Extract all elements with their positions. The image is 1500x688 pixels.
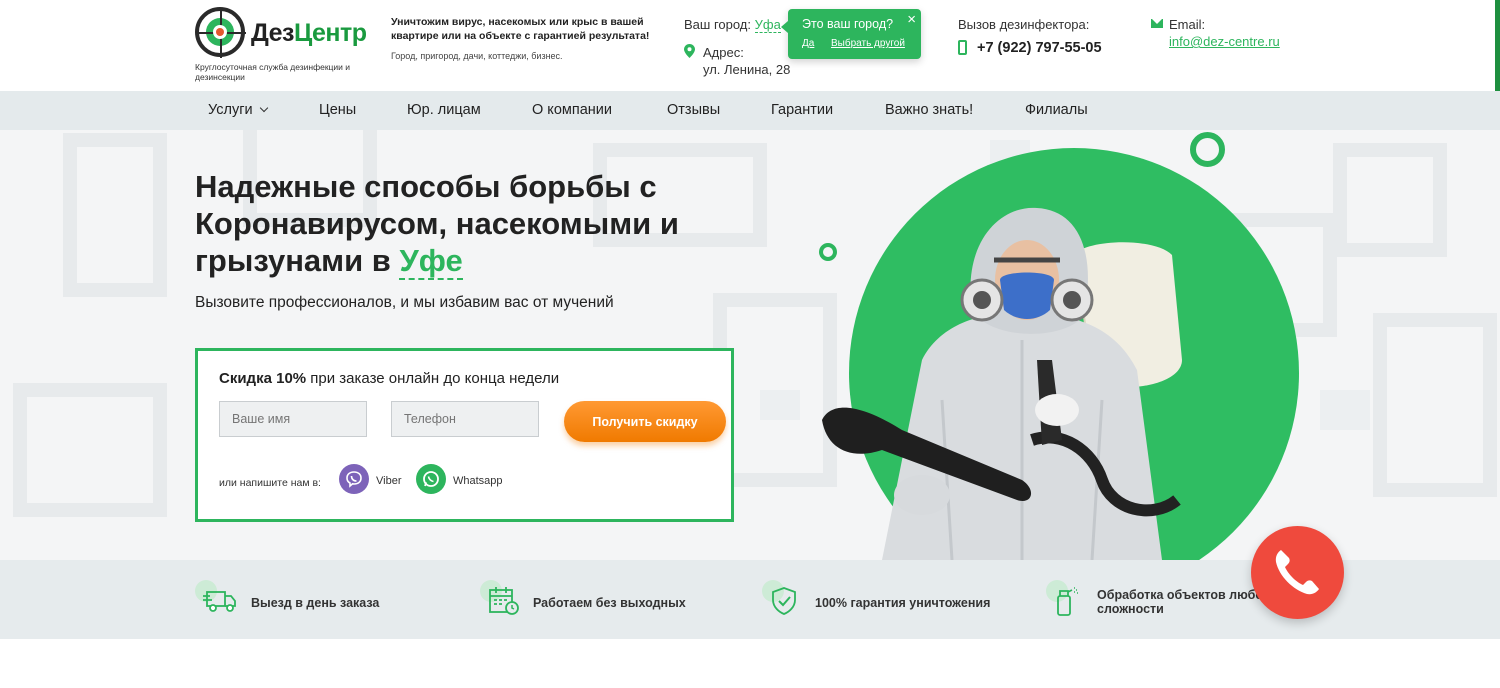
confirm-city-button[interactable]: Да bbox=[802, 38, 814, 49]
map-pin-icon bbox=[684, 44, 695, 58]
chevron-down-icon bbox=[259, 103, 268, 113]
choose-other-city-button[interactable]: Выбрать другой bbox=[831, 38, 905, 49]
logo-name: ДезЦентр bbox=[251, 19, 367, 47]
address-label: Адрес: bbox=[703, 45, 744, 60]
hero-section: Надежные способы борьбы с Коронавирусом,… bbox=[0, 130, 1500, 560]
nav-item-services[interactable]: Услуги bbox=[208, 102, 268, 118]
form-title: Скидка 10% при заказе онлайн до конца не… bbox=[219, 370, 560, 387]
discount-form: Скидка 10% при заказе онлайн до конца не… bbox=[195, 348, 734, 522]
call-button[interactable] bbox=[1251, 526, 1344, 619]
city-value-link[interactable]: Уфа bbox=[754, 17, 781, 33]
city-label: Ваш город: bbox=[684, 17, 751, 32]
phone-icon bbox=[1275, 550, 1319, 595]
city-selector: Ваш город: Уфа bbox=[684, 17, 781, 33]
logo-subtitle: Круглосуточная служба дезинфекции и дези… bbox=[195, 62, 351, 82]
hero-city[interactable]: Уфе bbox=[399, 243, 463, 280]
nav-item-branches[interactable]: Филиалы bbox=[1025, 102, 1088, 118]
feature-text: 100% гарантия уничтожения bbox=[815, 596, 991, 610]
shield-check-icon bbox=[772, 587, 796, 615]
hero-title: Надежные способы борьбы с Коронавирусом,… bbox=[195, 169, 679, 280]
main-nav: Услуги Цены Юр. лицам О компании Отзывы … bbox=[0, 91, 1500, 130]
hero-subtitle: Вызовите профессионалов, и мы избавим ва… bbox=[195, 294, 614, 311]
nav-item-important[interactable]: Важно знать! bbox=[885, 102, 973, 118]
get-discount-button[interactable]: Получить скидку bbox=[564, 401, 726, 442]
mobile-phone-icon bbox=[958, 40, 967, 55]
email-link[interactable]: info@dez-centre.ru bbox=[1169, 34, 1280, 49]
email-label: Email: bbox=[1169, 17, 1206, 32]
tagline-sub: Город, пригород, дачи, коттеджи, бизнес. bbox=[391, 51, 563, 61]
feature-text: Выезд в день заказа bbox=[251, 596, 380, 610]
city-confirm-popup: Это ваш город? × Да Выбрать другой bbox=[781, 9, 921, 59]
address-value: ул. Ленина, 28 bbox=[703, 62, 791, 77]
ring-decor bbox=[1190, 132, 1225, 167]
side-accent-bar bbox=[1495, 0, 1500, 91]
call-label: Вызов дезинфектора: bbox=[958, 17, 1090, 32]
whatsapp-link[interactable]: Whatsapp bbox=[453, 475, 503, 487]
viber-icon[interactable] bbox=[339, 464, 369, 494]
address: Адрес: ул. Ленина, 28 bbox=[703, 44, 790, 78]
popup-question: Это ваш город? bbox=[802, 17, 894, 31]
nav-item-about[interactable]: О компании bbox=[532, 102, 612, 118]
calendar-icon bbox=[489, 587, 519, 615]
phone-link[interactable]: +7 (922) 797-55-05 bbox=[977, 40, 1102, 56]
write-us-label: или напишите нам в: bbox=[219, 477, 321, 489]
disinfector-photo bbox=[822, 207, 1182, 560]
name-input[interactable] bbox=[219, 401, 367, 437]
spray-bottle-icon bbox=[1057, 587, 1078, 616]
delivery-truck-icon bbox=[203, 591, 236, 612]
nav-item-legal[interactable]: Юр. лицам bbox=[407, 102, 481, 118]
feature-text: Обработка объектов любой сложности bbox=[1097, 588, 1271, 616]
nav-item-reviews[interactable]: Отзывы bbox=[667, 102, 720, 118]
close-icon[interactable]: × bbox=[907, 12, 916, 27]
logo[interactable]: ДезЦентр Круглосуточная служба дезинфекц… bbox=[195, 7, 367, 87]
mail-icon bbox=[1151, 19, 1163, 28]
feature-text: Работаем без выходных bbox=[533, 596, 686, 610]
tagline-main: Уничтожим вирус, насекомых или крыс в ва… bbox=[391, 16, 650, 42]
logo-target-icon bbox=[195, 7, 246, 58]
tagline: Уничтожим вирус, насекомых или крыс в ва… bbox=[391, 16, 651, 61]
nav-item-guarantees[interactable]: Гарантии bbox=[771, 102, 833, 118]
nav-item-prices[interactable]: Цены bbox=[319, 102, 356, 118]
phone-input[interactable] bbox=[391, 401, 539, 437]
viber-link[interactable]: Viber bbox=[376, 475, 401, 487]
site-header: ДезЦентр Круглосуточная служба дезинфекц… bbox=[0, 0, 1500, 91]
whatsapp-icon[interactable] bbox=[416, 464, 446, 494]
